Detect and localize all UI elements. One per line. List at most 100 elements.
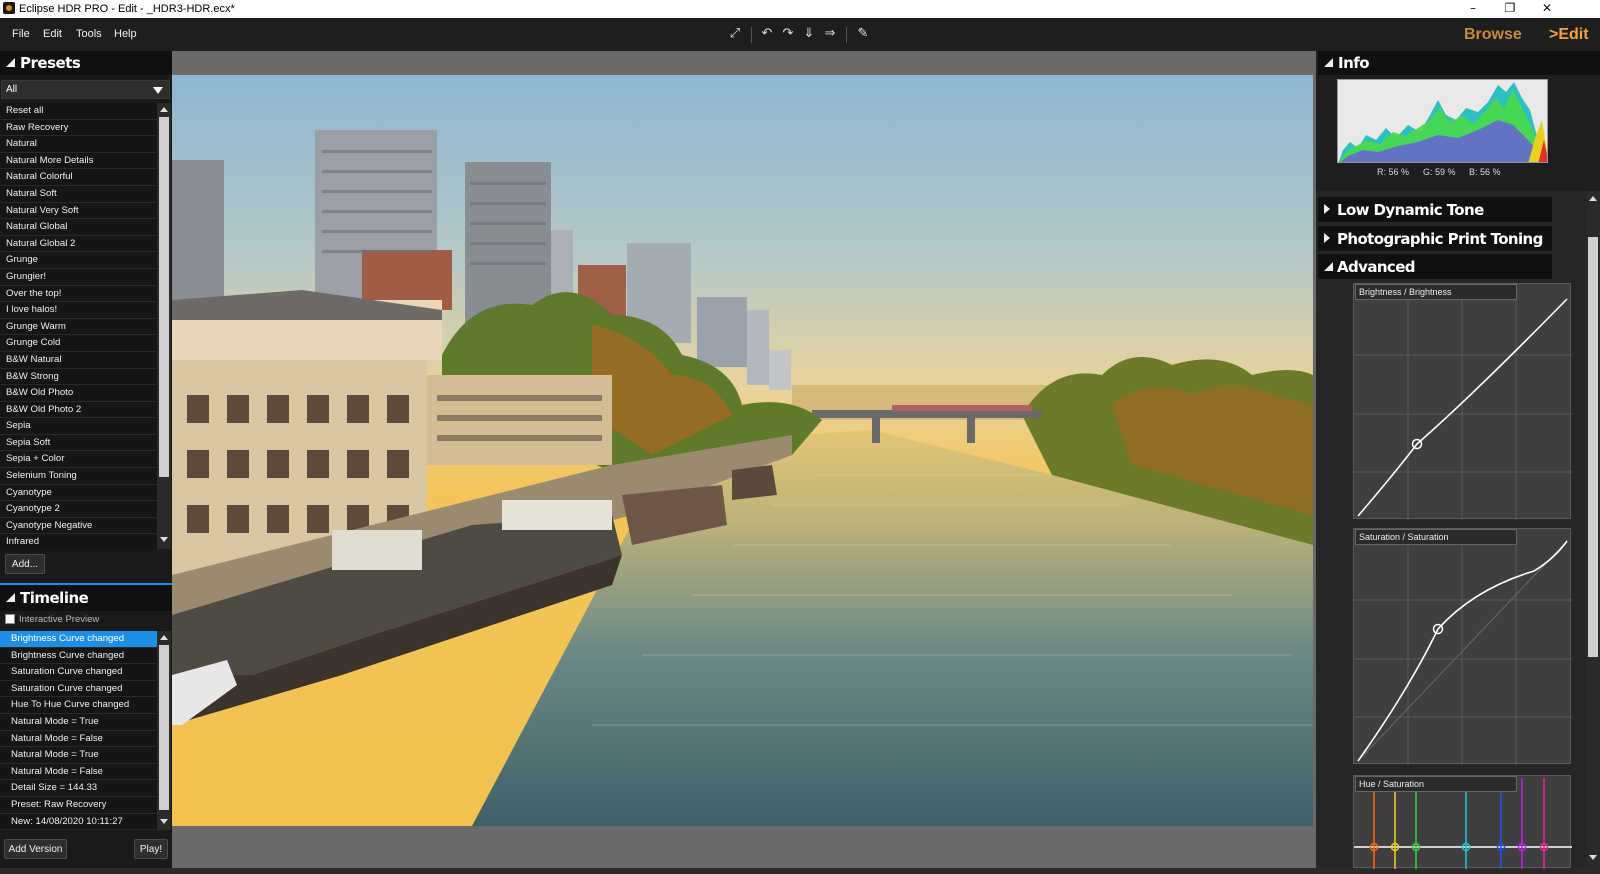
preset-item[interactable]: Natural Colorful — [0, 169, 157, 186]
brightness-curve-editor[interactable] — [1353, 283, 1572, 520]
scroll-down-icon[interactable] — [160, 537, 168, 542]
title-bar: Eclipse HDR PRO - Edit - _HDR3-HDR.ecx* … — [0, 0, 1600, 18]
rotate-left-icon[interactable]: ↶ — [757, 26, 777, 44]
scroll-down-icon[interactable] — [1589, 855, 1597, 860]
menu-file[interactable]: File — [12, 28, 30, 40]
adjustments-scrollbar[interactable] — [1586, 191, 1600, 868]
preset-item[interactable]: Grunge Warm — [0, 318, 157, 336]
info-header[interactable]: Info — [1318, 51, 1600, 75]
fit-screen-icon[interactable]: ⤢ — [725, 26, 745, 44]
green-value: G: 59 % — [1423, 167, 1456, 177]
preset-item[interactable]: Natural Global — [0, 219, 157, 236]
menu-edit[interactable]: Edit — [43, 28, 62, 40]
preset-item[interactable]: Cyanotype Negative — [0, 517, 157, 535]
preset-item[interactable]: Grunge — [0, 252, 157, 269]
preset-item[interactable]: Over the top! — [0, 285, 157, 303]
close-button[interactable]: ✕ — [1530, 1, 1564, 17]
red-value: R: 56 % — [1377, 167, 1410, 177]
timeline-item[interactable]: Saturation Curve changed — [0, 680, 157, 698]
preset-item[interactable]: Grungier! — [0, 268, 157, 286]
preset-item[interactable]: Natural — [0, 136, 157, 153]
section-low-dynamic-tone[interactable]: Low Dynamic Tone — [1318, 197, 1552, 222]
preset-item[interactable]: B&W Old Photo 2 — [0, 401, 157, 419]
timeline-item[interactable]: Natural Mode = True — [0, 747, 157, 764]
preset-item[interactable]: Raw Recovery — [0, 119, 157, 137]
brightness-curve-graph — [1354, 284, 1572, 520]
preset-item[interactable]: Cyanotype 2 — [0, 501, 157, 518]
preset-list: Reset all Raw Recovery Natural Natural More… — [0, 103, 157, 549]
preset-item[interactable]: Sepia Soft — [0, 434, 157, 452]
collapse-triangle-icon — [6, 593, 15, 602]
preset-list-scrollbar[interactable] — [157, 103, 171, 549]
timeline-header[interactable]: Timeline — [0, 585, 172, 611]
add-version-button[interactable]: Add Version — [4, 839, 67, 859]
preset-item[interactable]: B&W Old Photo — [0, 385, 157, 402]
browse-mode-button[interactable]: Browse — [1464, 26, 1522, 44]
expand-triangle-icon — [1324, 233, 1330, 243]
timeline-item[interactable]: Natural Mode = True — [0, 713, 157, 731]
scrollbar-thumb[interactable] — [159, 117, 169, 477]
menu-bar: File Edit Tools Help ⤢ ↶ ↷ ⇓ ⇒ ✎ Browse … — [0, 18, 1600, 51]
preset-item[interactable]: Infrared — [0, 534, 157, 549]
preset-item[interactable]: Sepia + Color — [0, 451, 157, 469]
collapse-triangle-icon — [1324, 58, 1333, 67]
expand-triangle-icon — [1324, 204, 1330, 214]
preset-filter-value: All — [6, 84, 18, 95]
preset-item[interactable]: I love halos! — [0, 302, 157, 319]
preset-item[interactable]: Natural Global 2 — [0, 235, 157, 253]
section-advanced[interactable]: Advanced — [1318, 254, 1552, 279]
timeline-item[interactable]: Hue To Hue Curve changed — [0, 697, 157, 714]
presets-header[interactable]: Presets — [0, 51, 172, 75]
rotate-right-icon[interactable]: ↷ — [778, 26, 798, 44]
window-title: Eclipse HDR PRO - Edit - _HDR3-HDR.ecx* — [19, 3, 235, 15]
interactive-preview-checkbox[interactable] — [5, 614, 15, 624]
scrollbar-thumb[interactable] — [1588, 237, 1598, 657]
timeline-item[interactable]: Brightness Curve changed — [0, 647, 157, 665]
timeline-item[interactable]: Natural Mode = False — [0, 763, 157, 781]
menu-help[interactable]: Help — [114, 28, 137, 40]
add-preset-button[interactable]: Add... — [5, 554, 45, 574]
timeline-scrollbar[interactable] — [157, 631, 171, 830]
scroll-up-icon[interactable] — [1589, 196, 1597, 201]
photo-preview[interactable] — [172, 75, 1313, 826]
brush-icon[interactable]: ✎ — [853, 26, 873, 44]
collapse-triangle-icon — [1324, 262, 1333, 271]
preset-item[interactable]: Reset all — [0, 103, 157, 120]
preset-item[interactable]: Selenium Toning — [0, 468, 157, 485]
photo-image — [172, 75, 1313, 826]
preset-item[interactable]: B&W Strong — [0, 368, 157, 386]
preset-item[interactable]: B&W Natural — [0, 351, 157, 369]
preset-item[interactable]: Natural More Details — [0, 152, 157, 170]
timeline-item[interactable]: New: 14/08/2020 10:11:27 — [0, 813, 157, 830]
saturation-curve-editor[interactable] — [1353, 528, 1572, 765]
timeline-item[interactable]: Preset: Raw Recovery — [0, 796, 157, 814]
edit-mode-button[interactable]: >Edit — [1549, 26, 1589, 44]
histogram-graph — [1338, 82, 1547, 162]
timeline-item[interactable]: Natural Mode = False — [0, 730, 157, 748]
flip-vertical-icon[interactable]: ⇓ — [799, 26, 819, 44]
play-button[interactable]: Play! — [134, 839, 168, 859]
timeline-item[interactable]: Brightness Curve changed — [0, 631, 157, 648]
timeline-item[interactable]: Saturation Curve changed — [0, 664, 157, 681]
restore-button[interactable]: ❐ — [1493, 1, 1527, 17]
collapse-triangle-icon — [6, 58, 15, 67]
scrollbar-thumb[interactable] — [159, 645, 169, 810]
preset-item[interactable]: Cyanotype — [0, 484, 157, 502]
section-photographic-print-toning[interactable]: Photographic Print Toning — [1318, 226, 1552, 251]
preset-item[interactable]: Natural Very Soft — [0, 202, 157, 220]
presets-title: Presets — [20, 54, 81, 72]
scroll-up-icon[interactable] — [160, 107, 168, 112]
scroll-up-icon[interactable] — [160, 635, 168, 640]
preset-filter-select[interactable]: All — [1, 80, 170, 99]
timeline-item[interactable]: Detail Size = 144.33 — [0, 780, 157, 797]
minimize-button[interactable]: – — [1456, 1, 1490, 17]
flip-horizontal-icon[interactable]: ⇒ — [820, 26, 840, 44]
preset-item[interactable]: Grunge Cold — [0, 335, 157, 352]
scroll-down-icon[interactable] — [160, 819, 168, 824]
menu-tools[interactable]: Tools — [76, 28, 102, 40]
section-title: Low Dynamic Tone — [1337, 201, 1484, 219]
preset-item[interactable]: Natural Soft — [0, 185, 157, 203]
preset-item[interactable]: Sepia — [0, 418, 157, 435]
section-title: Photographic Print Toning — [1337, 230, 1543, 248]
saturation-curve-graph — [1354, 529, 1572, 765]
